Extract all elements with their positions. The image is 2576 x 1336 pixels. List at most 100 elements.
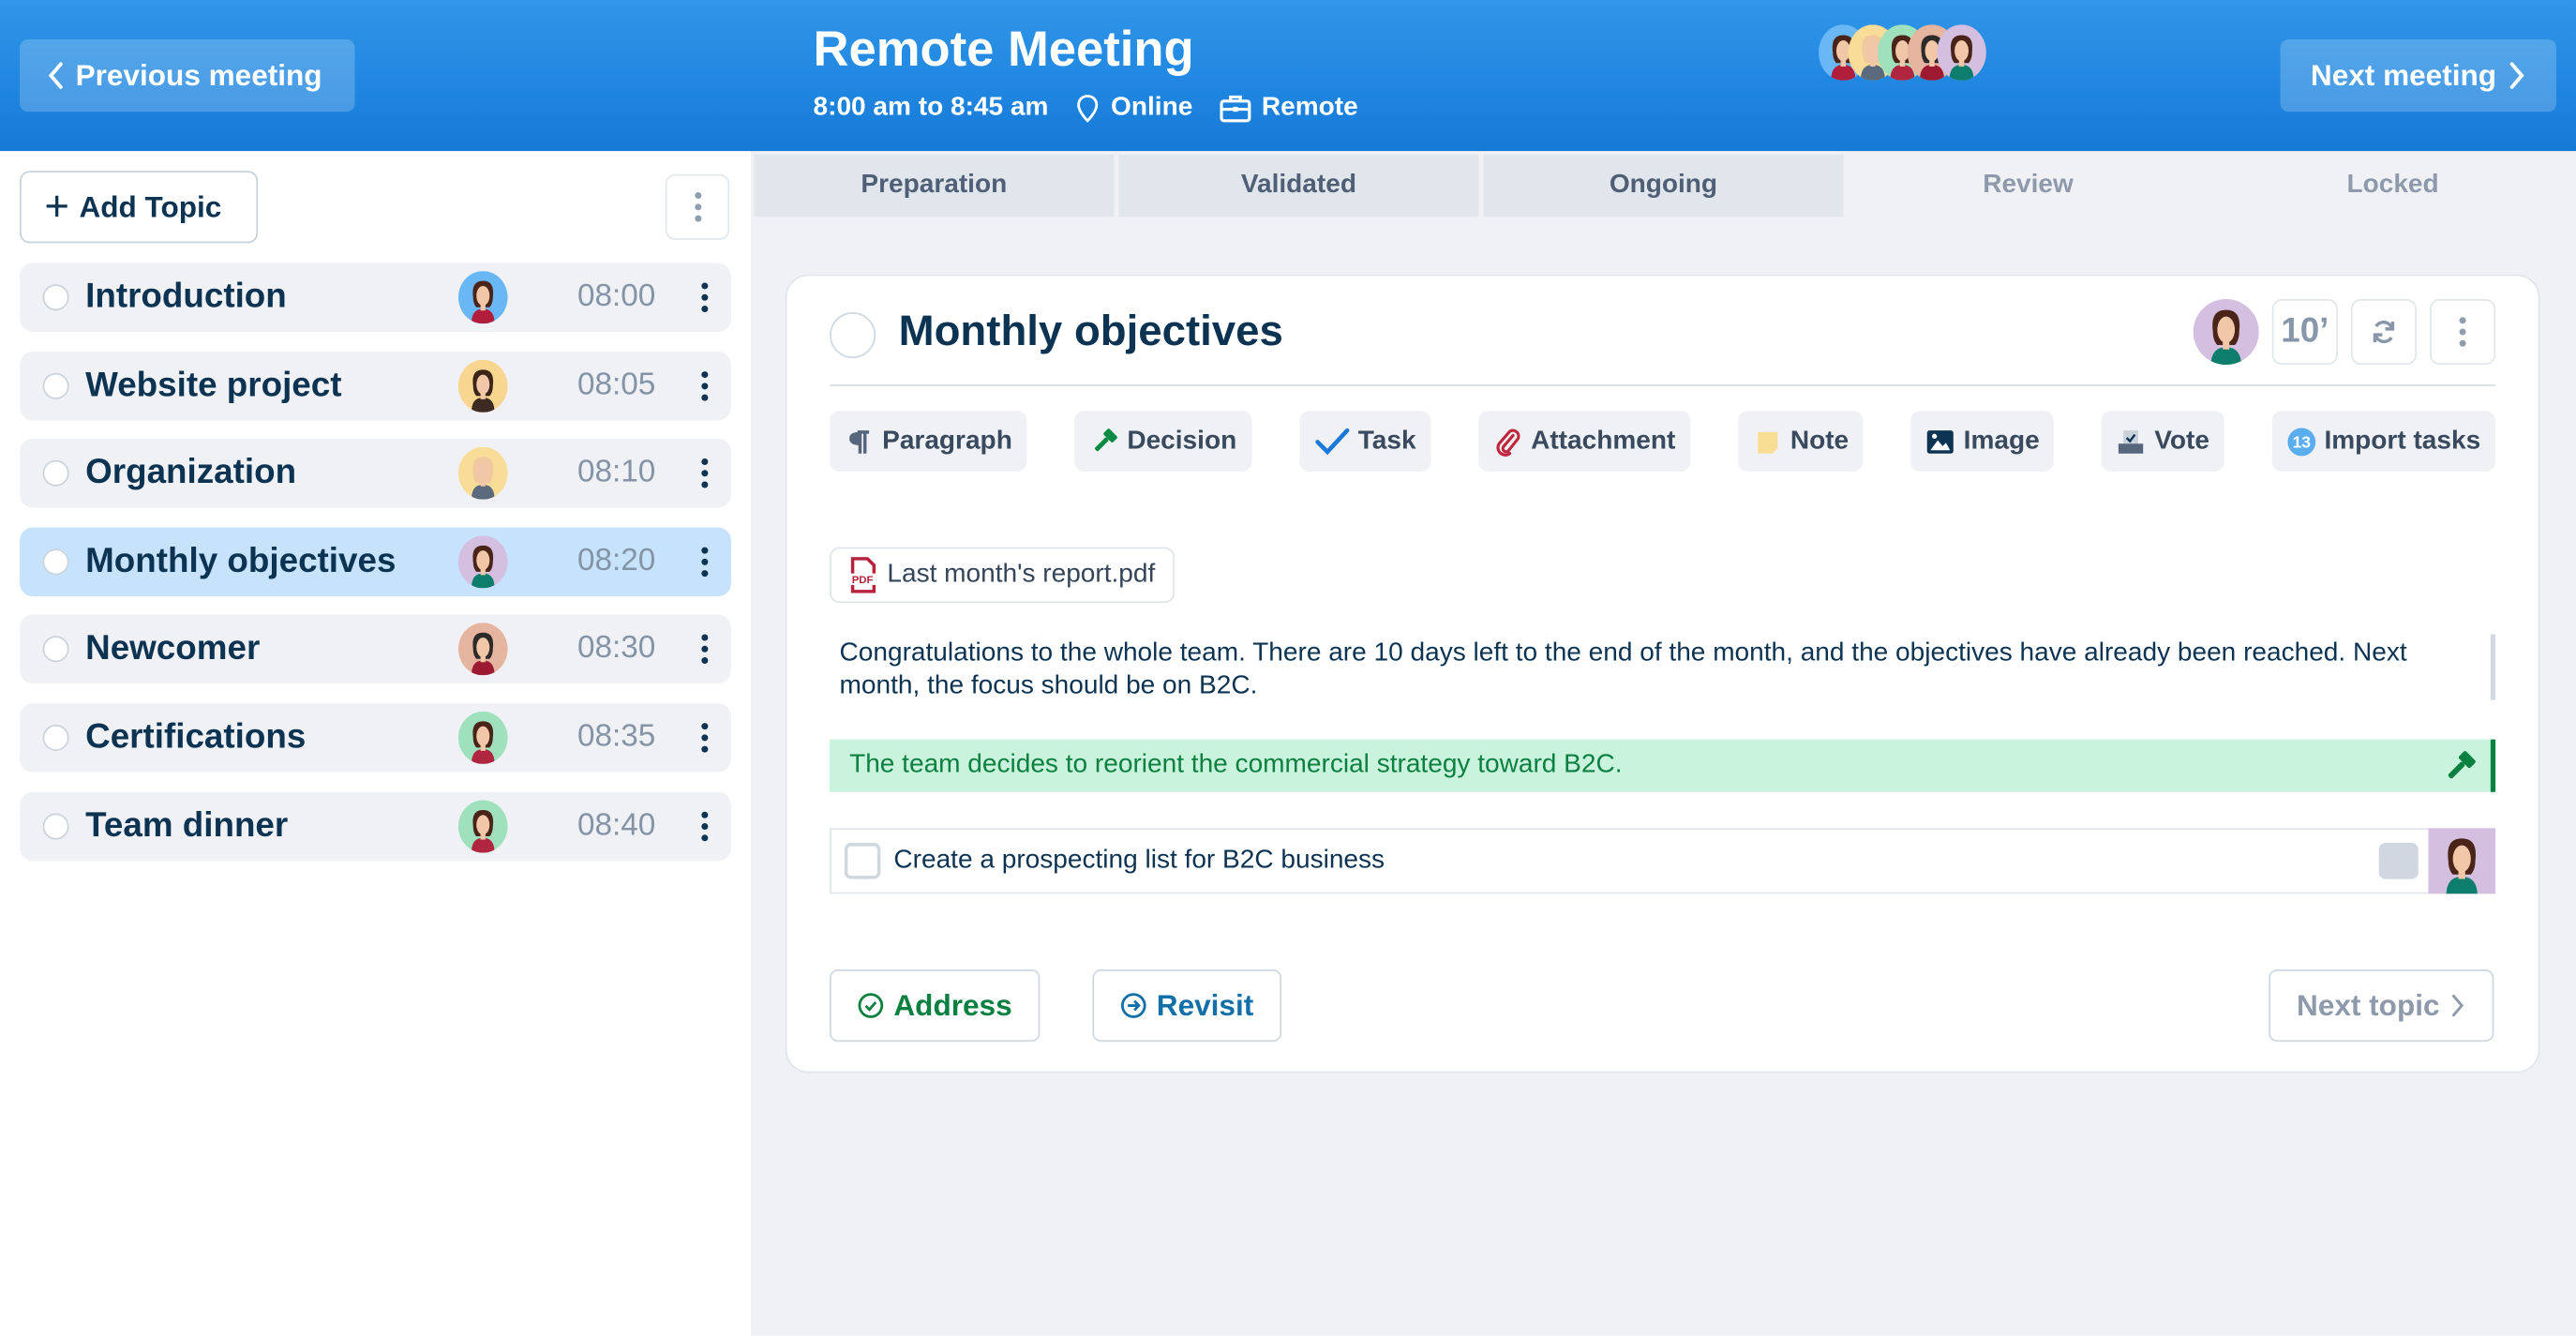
add-topic-label: Add Topic [79,189,222,223]
import-count: 13 [2292,432,2311,451]
meeting-location: Online [1111,93,1193,122]
topic-more-icon[interactable] [701,458,709,488]
add-vote-button[interactable]: Vote [2102,411,2224,472]
topic-list: Introduction 08:00 Website project 08:05 Org… [20,263,731,878]
tab-locked[interactable]: Locked [2212,154,2573,218]
topic-item[interactable]: Newcomer 08:30 [20,615,731,684]
topic-status-radio[interactable] [42,724,69,751]
topic-item[interactable]: Certifications 08:35 [20,703,731,773]
vote-label: Vote [2154,426,2209,455]
sidebar-more-button[interactable] [665,173,730,240]
chevron-right-icon [2509,62,2524,89]
refresh-button[interactable] [2350,298,2418,366]
paragraph-drag-handle[interactable] [2490,634,2496,700]
add-decision-button[interactable]: Decision [1074,411,1251,472]
topic-item[interactable]: Organization 08:10 [20,439,731,508]
topic-owner-avatar [457,447,508,501]
more-vertical-icon [2459,317,2466,347]
image-icon [1927,429,1954,453]
task-due-date-placeholder[interactable] [2378,843,2419,879]
gavel-icon [2448,751,2476,779]
topic-owner-avatar [457,711,508,764]
topic-item[interactable]: Monthly objectives 08:20 [20,527,731,596]
participant-avatar[interactable] [1937,24,1986,81]
topic-more-icon[interactable] [701,635,709,665]
add-topic-button[interactable]: + Add Topic [20,171,259,244]
attachment-label: Attachment [1531,426,1676,455]
topic-status-radio[interactable] [42,548,69,576]
add-task-button[interactable]: Task [1298,411,1431,472]
arrow-right-circle-icon [1120,993,1146,1018]
topic-time: 08:20 [577,543,656,578]
topic-item[interactable]: Website project 08:05 [20,351,731,420]
pilcrow-icon [849,429,870,453]
location-pin-icon [1077,95,1099,123]
import-tasks-label: Import tasks [2324,426,2481,455]
briefcase-icon [1220,95,1251,123]
topic-status-radio[interactable] [42,636,69,663]
gavel-icon [1095,428,1117,451]
plus-icon: + [44,179,69,230]
topic-item[interactable]: Team dinner 08:40 [20,790,731,861]
topic-more-button[interactable] [2430,298,2496,366]
revisit-label: Revisit [1156,988,1254,1022]
add-attachment-button[interactable]: Attachment [1477,411,1691,472]
task-checkbox[interactable] [844,843,881,879]
check-circle-icon [858,993,884,1018]
tab-preparation[interactable]: Preparation [754,154,1115,218]
duration-value: 10’ [2281,311,2329,351]
next-meeting-label: Next meeting [2310,58,2497,92]
next-topic-button[interactable]: Next topic [2269,969,2494,1043]
add-paragraph-button[interactable]: Paragraph [830,411,1027,472]
meeting-header: Previous meeting Remote Meeting 8:00 am … [0,0,2576,152]
topic-time: 08:00 [577,278,656,314]
decision-label: Decision [1127,426,1237,455]
topic-item[interactable]: Introduction 08:00 [20,263,731,333]
revisit-button[interactable]: Revisit [1092,969,1282,1043]
import-count-badge: 13 [2287,427,2315,456]
previous-meeting-label: Previous meeting [75,58,322,92]
tab-review[interactable]: Review [1848,154,2209,218]
decision-text: The team decides to reorient the commerc… [849,750,1623,779]
topic-status-radio[interactable] [42,284,69,311]
topic-more-icon[interactable] [701,810,709,841]
topic-status-radio[interactable] [42,812,69,839]
next-topic-label: Next topic [2297,988,2440,1022]
topic-more-icon[interactable] [701,282,709,312]
attachment-filename: Last month's report.pdf [887,560,1156,589]
topic-owner-avatar[interactable] [2193,298,2259,366]
topic-more-icon[interactable] [701,370,709,400]
main-panel: Preparation Validated Ongoing Review Locked … [750,151,2576,1336]
topic-complete-radio[interactable] [830,311,876,359]
chevron-left-icon [48,62,63,89]
topic-status-radio[interactable] [42,372,69,399]
tab-ongoing[interactable]: Ongoing [1483,154,1844,218]
paragraph-block[interactable]: Congratulations to the whole team. There… [840,638,2483,701]
topic-owner-avatar [457,271,508,324]
topic-owner-avatar [457,359,508,413]
content-toolbar: Paragraph Decision Task Attachment Note [830,411,2495,472]
attachment-file[interactable]: PDF Last month's report.pdf [830,547,1176,604]
topic-time: 08:40 [577,807,656,843]
topic-more-icon[interactable] [701,723,709,753]
decision-block[interactable]: The team decides to reorient the commerc… [830,739,2496,792]
task-item: Create a prospecting list for B2C busine… [830,827,2496,894]
address-button[interactable]: Address [830,969,1041,1043]
topic-sidebar: + Add Topic Introduction 08:00 Website pro… [0,151,751,1336]
meeting-title: Remote Meeting [813,23,1194,78]
topic-card: Monthly objectives 10’ Paragraph Decisio… [785,274,2540,1073]
duration-button[interactable]: 10’ [2271,298,2338,366]
topic-status-radio[interactable] [42,460,69,488]
topic-time: 08:30 [577,631,656,667]
next-meeting-button[interactable]: Next meeting [2280,39,2556,113]
participant-avatars[interactable] [1819,24,1986,81]
import-tasks-button[interactable]: 13 Import tasks [2271,411,2495,472]
previous-meeting-button[interactable]: Previous meeting [20,39,355,113]
tab-validated[interactable]: Validated [1118,154,1479,218]
add-image-button[interactable]: Image [1910,411,2055,472]
add-note-button[interactable]: Note [1737,411,1864,472]
task-assignee-avatar[interactable] [2428,827,2496,893]
task-label[interactable]: Create a prospecting list for B2C busine… [893,847,1385,877]
topic-more-icon[interactable] [701,547,709,577]
task-label: Task [1357,426,1416,455]
